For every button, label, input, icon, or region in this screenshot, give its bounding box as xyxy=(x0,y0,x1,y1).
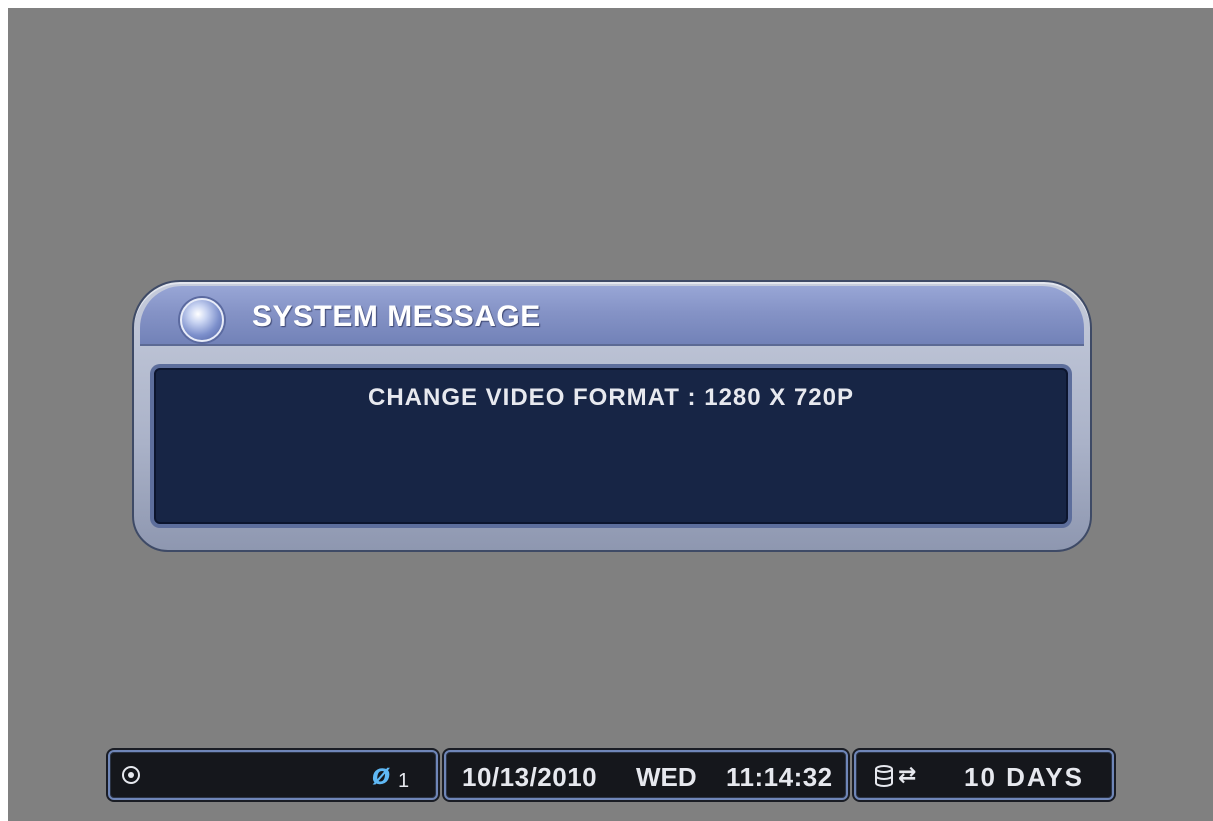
status-day: WED xyxy=(636,762,697,792)
status-time: 11:14:32 xyxy=(726,762,833,792)
dialog-body: CHANGE VIDEO FORMAT : 1280 X 720P xyxy=(154,368,1068,524)
no-signal-icon: ø xyxy=(372,758,391,791)
disk-icon xyxy=(875,765,893,787)
eye-icon xyxy=(122,766,140,784)
screen: SYSTEM MESSAGE CHANGE VIDEO FORMAT : 128… xyxy=(8,8,1213,821)
status-datetime-segment: 10/13/2010 WED 11:14:32 xyxy=(444,750,848,800)
status-date: 10/13/2010 xyxy=(462,762,598,792)
status-camera-segment: ø 1 xyxy=(108,750,438,800)
orb-icon xyxy=(180,298,224,342)
channel-number: 1 xyxy=(398,770,410,792)
system-message-dialog: SYSTEM MESSAGE CHANGE VIDEO FORMAT : 128… xyxy=(132,280,1092,552)
dialog-title-bar: SYSTEM MESSAGE xyxy=(140,286,1084,346)
dialog-title: SYSTEM MESSAGE xyxy=(252,300,541,333)
cycle-icon: ⇄ xyxy=(898,762,917,787)
retention-days: 10 DAYS xyxy=(964,762,1084,792)
status-storage-segment: ⇄ 10 DAYS xyxy=(854,750,1114,800)
dialog-message: CHANGE VIDEO FORMAT : 1280 X 720P xyxy=(368,384,854,411)
